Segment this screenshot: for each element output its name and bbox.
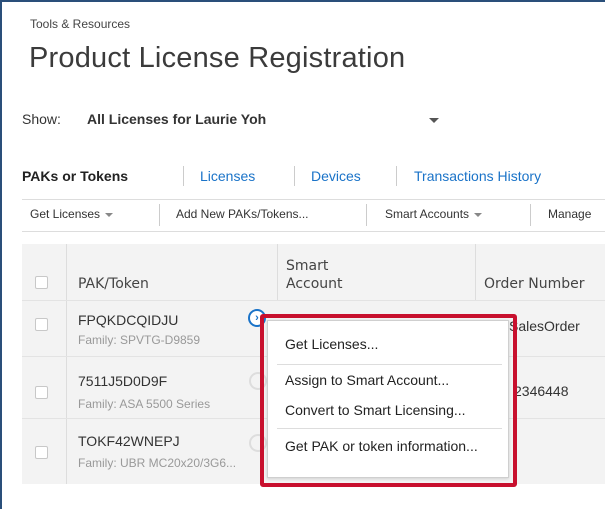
select-all-checkbox[interactable] [35, 276, 48, 289]
page-title: Product License Registration [29, 42, 406, 74]
column-header-smart-account[interactable]: Smart [286, 258, 328, 274]
pak-token-value[interactable]: FPQKDCQIDJU [78, 312, 178, 328]
row-divider [22, 300, 605, 301]
column-header-pak-token[interactable]: PAK/Token [78, 276, 149, 292]
family-label: Family: UBR MC20x20/3G6... [78, 456, 237, 470]
chevron-down-icon[interactable] [429, 118, 439, 123]
smart-accounts-dropdown[interactable]: Smart Accounts [385, 207, 483, 221]
breadcrumb[interactable]: Tools & Resources [30, 17, 130, 31]
order-number-value: SalesOrder [509, 318, 580, 334]
pak-token-value[interactable]: 7511J5D0D9F [78, 373, 167, 389]
toolbar-divider [159, 204, 160, 226]
toolbar-divider [366, 204, 367, 226]
tab-paks-or-tokens[interactable]: PAKs or Tokens [22, 168, 128, 184]
row-checkbox[interactable] [35, 318, 48, 331]
tab-devices[interactable]: Devices [311, 168, 361, 184]
show-filter-select[interactable]: All Licenses for Laurie Yoh [87, 111, 266, 127]
tab-licenses[interactable]: Licenses [200, 168, 255, 184]
row-checkbox[interactable] [35, 446, 48, 459]
caret-down-icon [105, 212, 114, 217]
tab-divider [183, 166, 184, 186]
order-number-value: 2346448 [514, 383, 569, 399]
highlight-box [260, 314, 517, 487]
column-header-order-number[interactable]: Order Number [484, 276, 584, 292]
column-header-smart-account-line2: Account [286, 276, 343, 292]
caret-down-icon [474, 212, 483, 217]
pak-token-value[interactable]: TOKF42WNEPJ [78, 433, 180, 449]
smart-accounts-label: Smart Accounts [385, 207, 470, 221]
tab-divider [396, 166, 397, 186]
column-divider [277, 244, 278, 300]
get-licenses-dropdown[interactable]: Get Licenses [30, 207, 114, 221]
add-new-paks-button[interactable]: Add New PAKs/Tokens... [176, 207, 309, 221]
row-checkbox[interactable] [35, 386, 48, 399]
column-divider [475, 244, 476, 300]
family-label: Family: ASA 5500 Series [78, 397, 211, 411]
manage-dropdown[interactable]: Manage [548, 207, 591, 221]
column-divider [66, 244, 67, 484]
family-label: Family: SPVTG-D9859 [78, 333, 201, 347]
tab-divider [294, 166, 295, 186]
get-licenses-label: Get Licenses [30, 207, 101, 221]
toolbar-divider [530, 204, 531, 226]
show-label: Show: [22, 111, 61, 127]
tab-transactions-history[interactable]: Transactions History [414, 168, 541, 184]
